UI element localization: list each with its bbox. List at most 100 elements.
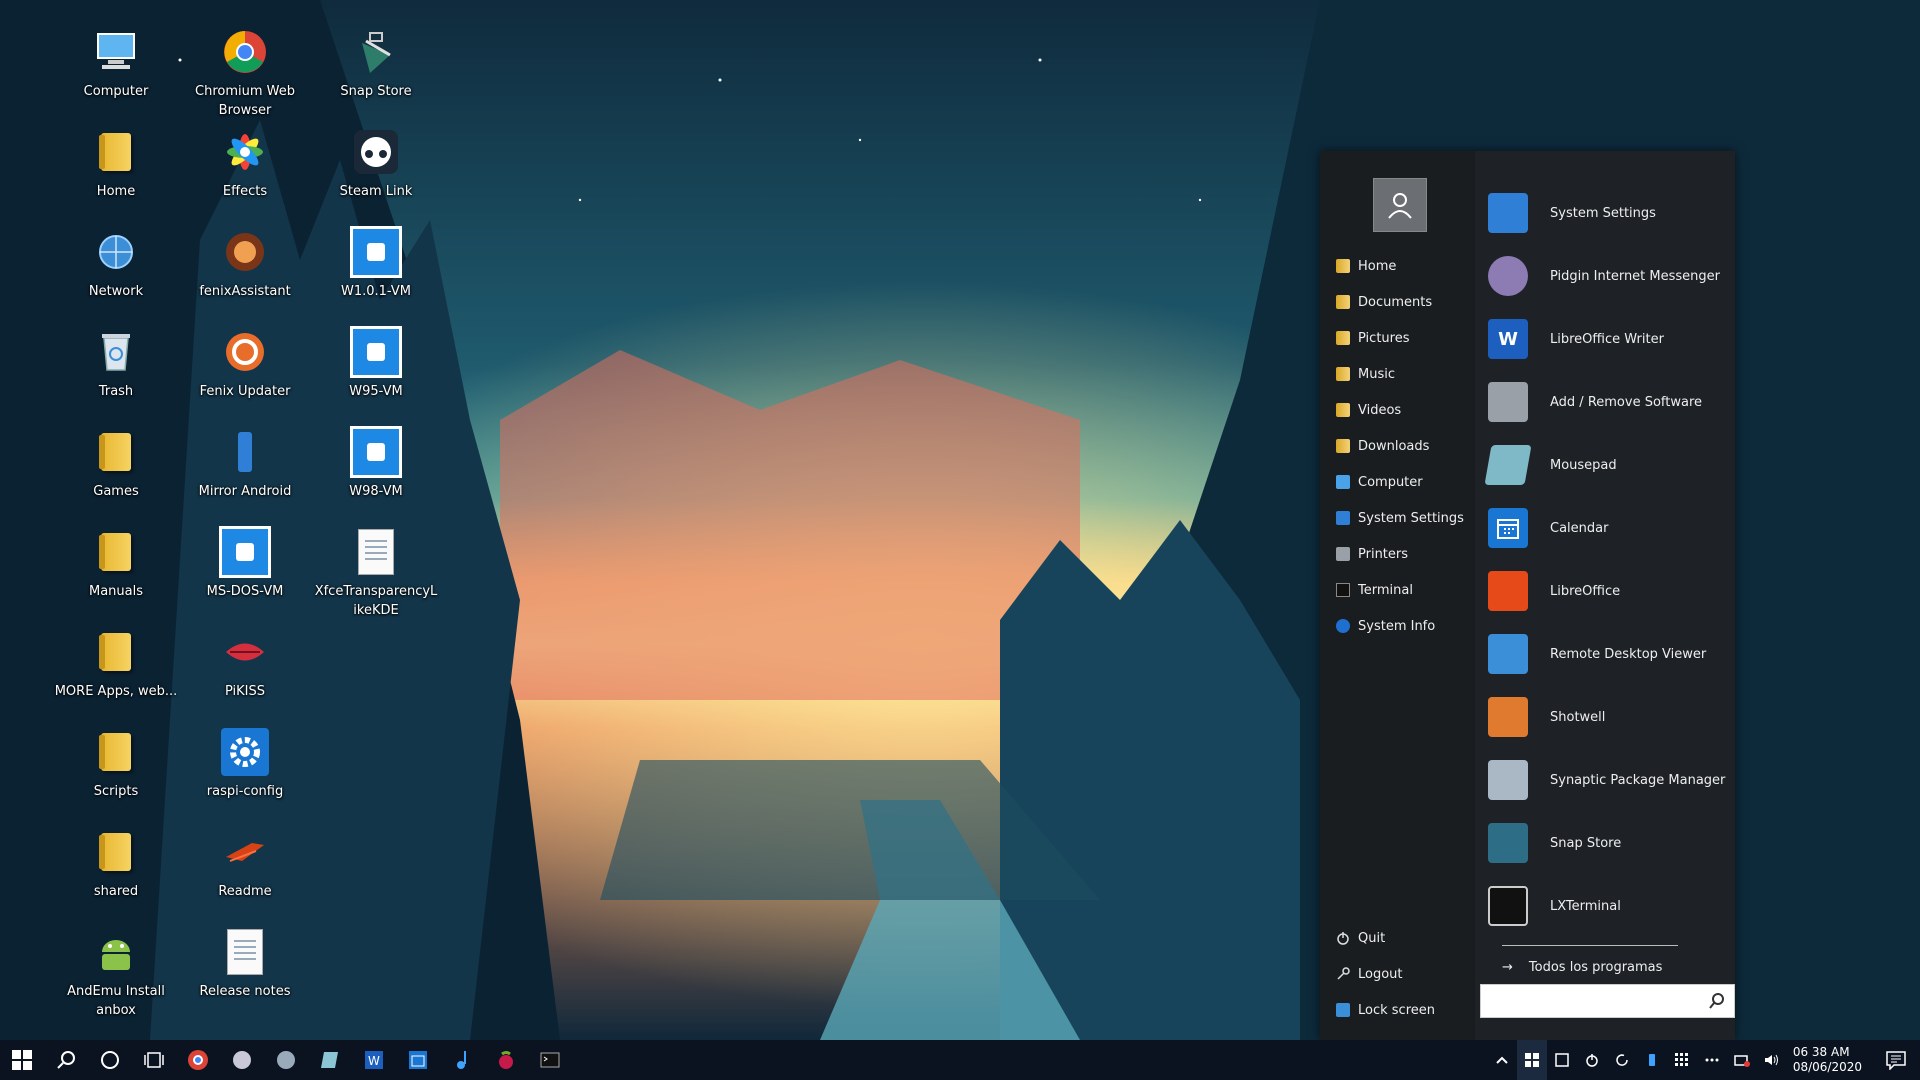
desktop-icon-fenix-updater[interactable]: Fenix Updater [182,326,308,401]
place-documents[interactable]: Documents [1336,290,1432,314]
desktop-icon-shared[interactable]: shared [53,826,179,901]
desktop-icon-w101-vm[interactable]: W1.0.1-VM [313,226,439,301]
desktop-icon-more-apps[interactable]: MORE Apps, web... [53,626,179,701]
desktop-icon-trash[interactable]: Trash [53,326,179,401]
chevron-up-icon[interactable] [1487,1040,1517,1080]
desktop-icon-andemu[interactable]: AndEmu Install anbox [53,926,179,1020]
all-programs-label: Todos los programas [1528,959,1663,975]
place-videos[interactable]: Videos [1336,398,1401,422]
synaptic-icon[interactable] [264,1040,308,1080]
taskbar: W 06 38 AM 08/06/2020 [0,1040,1920,1080]
desktop-icon-snap-store[interactable]: Snap Store [313,26,439,101]
place-terminal[interactable]: Terminal [1336,578,1413,602]
pidgin-icon[interactable] [220,1040,264,1080]
desktop-icon-effects[interactable]: Effects [182,126,308,201]
writer-icon[interactable]: W [352,1040,396,1080]
app-label: Remote Desktop Viewer [1550,646,1707,662]
folder-icon [90,426,142,478]
place-computer[interactable]: Computer [1336,470,1423,494]
app-libreoffice-writer[interactable]: W LibreOffice Writer [1488,315,1728,363]
phone-icon[interactable] [1637,1040,1667,1080]
app-pidgin[interactable]: Pidgin Internet Messenger [1488,252,1728,300]
desktop-icon-manuals[interactable]: Manuals [53,526,179,601]
app-shotwell[interactable]: Shotwell [1488,693,1728,741]
folder-icon [1336,439,1350,453]
desktop-icon-steam-link[interactable]: Steam Link [313,126,439,201]
desktop-icon-label: Fenix Updater [199,384,291,399]
desktop-icon-readme[interactable]: Readme [182,826,308,901]
calendar-icon[interactable] [396,1040,440,1080]
desktop-icon-release-notes[interactable]: Release notes [182,926,308,1001]
windows-start-icon[interactable] [0,1040,44,1080]
system-settings-icon [1488,193,1528,233]
desktop-icon-mirror-android[interactable]: Mirror Android [182,426,308,501]
app-calendar[interactable]: Calendar [1488,504,1728,552]
place-system-info[interactable]: System Info [1336,614,1435,638]
search-input[interactable] [1489,985,1703,1017]
desktop-icon-label: Snap Store [340,84,412,99]
place-pictures[interactable]: Pictures [1336,326,1409,350]
desktop-icon-computer[interactable]: Computer [53,26,179,101]
place-system-settings[interactable]: System Settings [1336,506,1464,530]
app-system-settings[interactable]: System Settings [1488,189,1728,237]
writer-icon: W [1488,319,1528,359]
folder-icon [1336,295,1350,309]
grid-icon[interactable] [1667,1040,1697,1080]
desktop-icon-scripts[interactable]: Scripts [53,726,179,801]
place-label: Computer [1358,474,1423,490]
app-label: Pidgin Internet Messenger [1550,268,1720,284]
cortana-circle-icon[interactable] [88,1040,132,1080]
power-icon[interactable] [1577,1040,1607,1080]
terminal-icon[interactable] [528,1040,572,1080]
app-remote-desktop-viewer[interactable]: Remote Desktop Viewer [1488,630,1728,678]
user-icon[interactable] [1373,178,1427,232]
ellipsis-icon[interactable] [1697,1040,1727,1080]
music-icon[interactable] [440,1040,484,1080]
refresh-icon[interactable] [1607,1040,1637,1080]
desktop-icon-xfce-transparency[interactable]: XfceTransparencyLikeKDE [313,526,439,620]
desktop-icon-raspi-config[interactable]: raspi-config [182,726,308,801]
logout-button[interactable]: Logout [1336,962,1403,986]
app-snap-store[interactable]: Snap Store [1488,819,1728,867]
clock[interactable]: 06 38 AM 08/06/2020 [1793,1045,1862,1075]
search-icon[interactable] [1708,992,1726,1010]
desktop-icon-chromium[interactable]: Chromium Web Browser [182,26,308,120]
desktop-icon-pikiss[interactable]: PiKISS [182,626,308,701]
place-music[interactable]: Music [1336,362,1395,386]
raspberry-icon[interactable] [484,1040,528,1080]
volume-icon[interactable] [1757,1040,1787,1080]
quit-button[interactable]: Quit [1336,926,1385,950]
synaptic-icon [1488,760,1528,800]
desktop-icon-label: Home [96,184,136,199]
all-programs-link[interactable]: → Todos los programas [1488,954,1662,980]
place-home[interactable]: Home [1336,254,1396,278]
desktop-icon-label: Scripts [93,784,139,799]
snap-store-icon [350,26,402,78]
desktop-icon-w98-vm[interactable]: W98-VM [313,426,439,501]
desktop-icon-msdos-vm[interactable]: MS-DOS-VM [182,526,308,601]
printer-icon [1336,547,1350,561]
notification-center-icon[interactable] [1872,1040,1920,1080]
task-view-icon[interactable] [132,1040,176,1080]
desktop-icon-home[interactable]: Home [53,126,179,201]
chromium-icon[interactable] [176,1040,220,1080]
network-tray-icon[interactable] [1727,1040,1757,1080]
note-icon[interactable] [1547,1040,1577,1080]
app-synaptic[interactable]: Synaptic Package Manager [1488,756,1728,804]
app-mousepad[interactable]: Mousepad [1484,441,1728,489]
search-icon[interactable] [44,1040,88,1080]
place-downloads[interactable]: Downloads [1336,434,1429,458]
place-printers[interactable]: Printers [1336,542,1408,566]
app-libreoffice[interactable]: LibreOffice [1488,567,1728,615]
windows-logo-icon[interactable] [1516,1040,1547,1080]
lock-screen-button[interactable]: Lock screen [1336,998,1435,1022]
desktop-icon-w95-vm[interactable]: W95-VM [313,326,439,401]
app-lxterminal[interactable]: LXTerminal [1488,882,1728,930]
folder-icon [1336,367,1350,381]
mousepad-icon[interactable] [308,1040,352,1080]
desktop-icon-network[interactable]: Network [53,226,179,301]
readme-icon [219,826,271,878]
desktop-icon-fenixassistant[interactable]: fenixAssistant [182,226,308,301]
desktop-icon-games[interactable]: Games [53,426,179,501]
app-add-remove-software[interactable]: Add / Remove Software [1488,378,1728,426]
